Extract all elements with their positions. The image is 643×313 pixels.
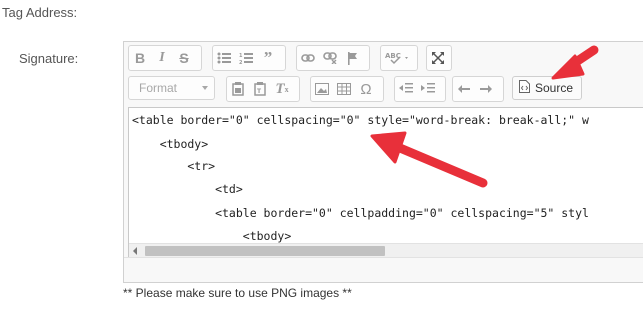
paste-text-icon[interactable]: T [249,78,271,100]
spellcheck-group: ABC [380,45,418,71]
scroll-left-icon[interactable] [133,247,137,255]
svg-text:1: 1 [239,53,243,59]
code-line: <table border="0" cellpadding="0" cellsp… [132,206,589,220]
format-dropdown-label: Format [139,81,178,95]
blockquote-icon[interactable]: ” [257,47,279,69]
numbered-list-icon[interactable]: 12 [235,47,257,69]
increase-indent-icon[interactable] [417,78,439,100]
unlink-icon[interactable] [319,47,341,69]
format-dropdown[interactable]: Format [128,76,215,100]
bold-icon[interactable]: B [129,47,151,69]
chevron-down-icon [202,86,208,90]
spellcheck-icon[interactable]: ABC [381,47,415,69]
source-icon [519,80,530,96]
italic-icon[interactable]: I [151,47,173,69]
decrease-indent-icon[interactable] [395,78,417,100]
link-group [296,45,370,71]
clipboard-group: T Tx [226,76,300,102]
svg-text:T: T [257,88,262,95]
code-line: <tbody> [132,137,209,151]
signature-editor: B I S 12 ” ABC Format T T x Ω Source <ta… [123,41,643,283]
link-icon[interactable] [297,47,319,69]
special-char-icon[interactable]: Ω [355,78,377,100]
svg-text:2: 2 [239,60,243,64]
source-code-textarea[interactable]: <table border="0" cellspacing="0" style=… [128,107,643,259]
redo-icon[interactable] [475,78,497,100]
editor-statusbar [124,257,643,282]
remove-format-icon[interactable]: Tx [271,78,293,100]
anchor-icon[interactable] [341,47,363,69]
maximize-group [426,45,452,71]
horizontal-scrollbar[interactable] [129,243,643,258]
image-icon[interactable] [311,78,333,100]
maximize-icon[interactable] [427,47,449,69]
signature-label: Signature: [19,51,79,66]
basic-styles-group: B I S [128,45,202,71]
bulleted-list-icon[interactable] [213,47,235,69]
code-line: <table border="0" cellspacing="0" style=… [132,113,589,127]
list-group: 12 ” [212,45,286,71]
table-icon[interactable] [333,78,355,100]
png-help-text: ** Please make sure to use PNG images ** [123,286,352,300]
paste-icon[interactable] [227,78,249,100]
strikethrough-icon[interactable]: S [173,47,195,69]
code-line: <td> [132,182,243,196]
code-line: <tr> [132,159,216,173]
tag-address-label: Tag Address: [2,5,78,20]
undo-icon[interactable] [453,78,475,100]
source-button-label: Source [535,81,574,95]
insert-group: Ω [310,76,384,102]
history-group [452,76,504,102]
scrollbar-thumb[interactable] [145,246,385,256]
indent-group [394,76,446,102]
toolbar-row-2: Format T Tx Ω Source [128,76,643,102]
code-line: <tbody> [132,229,292,243]
source-button[interactable]: Source [512,76,582,100]
